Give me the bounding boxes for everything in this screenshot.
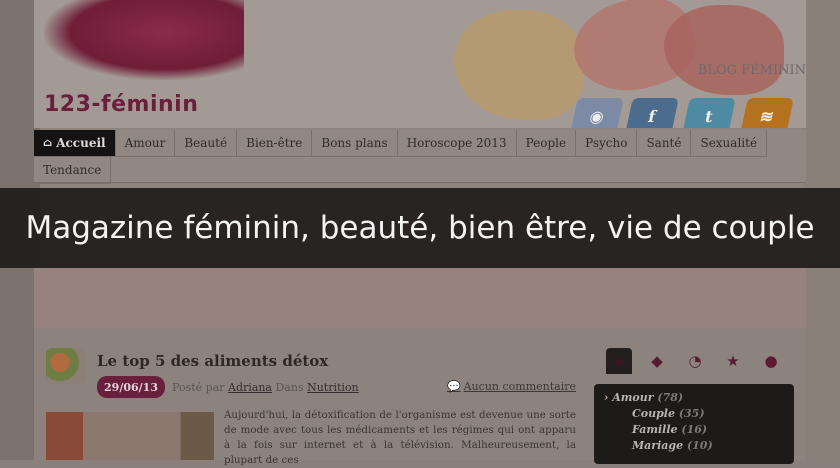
main-content: Le top 5 des aliments détox 29/06/13 Pos… <box>34 328 806 466</box>
nav-item-sante[interactable]: Santé <box>637 130 692 157</box>
article-excerpt: Aujourd'hui, la détoxification de l'orga… <box>224 409 576 466</box>
site-header: 123-féminin BLOG FÉMININ ◉ f t ≋ <box>34 0 806 128</box>
nav-item-label: Accueil <box>56 136 106 150</box>
comment-icon[interactable]: ● <box>758 348 784 374</box>
in-label: Dans <box>275 381 304 394</box>
home-icon: ⌂ <box>43 136 53 149</box>
logo-hair-illustration <box>44 0 244 80</box>
sidebar-tabs: ▰ ◆ ◔ ★ ● <box>594 348 794 374</box>
page-background: 123-féminin BLOG FÉMININ ◉ f t ≋ ⌂ Accue… <box>0 0 840 466</box>
nav-item-psycho[interactable]: Psycho <box>576 130 638 157</box>
article-preview: Le top 5 des aliments détox 29/06/13 Pos… <box>44 342 576 466</box>
category-list: › Amour (78) Couple (35) Famille (16) Ma… <box>594 384 794 464</box>
posted-by-label: Posté par <box>172 381 225 394</box>
nav-item-amour[interactable]: Amour <box>115 130 176 157</box>
nav-item-bien-etre[interactable]: Bien-être <box>237 130 313 157</box>
ad-banner-area <box>34 268 806 328</box>
nav-item-tendance[interactable]: Tendance <box>34 157 112 184</box>
nav-item-accueil[interactable]: ⌂ Accueil <box>34 130 116 157</box>
sidebar-widget: ▰ ◆ ◔ ★ ● › Amour (78) Couple (35) Famil… <box>594 348 794 464</box>
comments-label: Aucun commentaire <box>463 380 576 393</box>
feed-icon[interactable]: ≋ <box>740 98 794 128</box>
author-link[interactable]: Adriana <box>228 381 272 394</box>
article-thumbnail[interactable] <box>46 412 214 460</box>
tag-icon[interactable]: ◆ <box>644 348 670 374</box>
title-overlay-banner: Magazine féminin, beauté, bien être, vie… <box>0 188 840 268</box>
clock-icon[interactable]: ◔ <box>682 348 708 374</box>
nav-item-beaute[interactable]: Beauté <box>175 130 238 157</box>
twitter-icon[interactable]: t <box>682 98 736 128</box>
category-item-mariage[interactable]: Mariage (10) <box>604 438 784 454</box>
food-icon <box>46 348 86 384</box>
butterfly-illustration <box>454 10 584 120</box>
article-title[interactable]: Le top 5 des aliments détox <box>97 352 328 370</box>
site-logo[interactable]: 123-féminin <box>44 92 198 117</box>
blog-feminin-link[interactable]: BLOG FÉMININ <box>698 63 806 78</box>
category-item-amour[interactable]: › Amour (78) <box>604 390 784 406</box>
nav-item-sexualite[interactable]: Sexualité <box>691 130 768 157</box>
star-icon[interactable]: ★ <box>720 348 746 374</box>
article-meta: Posté par Adriana Dans Nutrition <box>172 381 359 394</box>
banner-title: Magazine féminin, beauté, bien être, vie… <box>25 210 815 246</box>
butterfly-illustration <box>664 5 784 95</box>
category-item-couple[interactable]: Couple (35) <box>604 406 784 422</box>
main-navigation: ⌂ Accueil Amour Beauté Bien-être Bons pl… <box>34 130 806 184</box>
category-link[interactable]: Nutrition <box>307 381 359 394</box>
folder-icon[interactable]: ▰ <box>606 348 632 374</box>
nav-item-bons-plans[interactable]: Bons plans <box>312 130 398 157</box>
nav-item-people[interactable]: People <box>516 130 577 157</box>
date-badge: 29/06/13 <box>97 376 165 398</box>
facebook-icon[interactable]: f <box>625 98 679 128</box>
category-item-famille[interactable]: Famille (16) <box>604 422 784 438</box>
comments-link[interactable]: 💬 Aucun commentaire <box>447 380 576 393</box>
rss-icon[interactable]: ◉ <box>570 98 624 128</box>
nav-item-horoscope[interactable]: Horoscope 2013 <box>397 130 517 157</box>
speech-bubble-icon: 💬 <box>446 380 461 393</box>
